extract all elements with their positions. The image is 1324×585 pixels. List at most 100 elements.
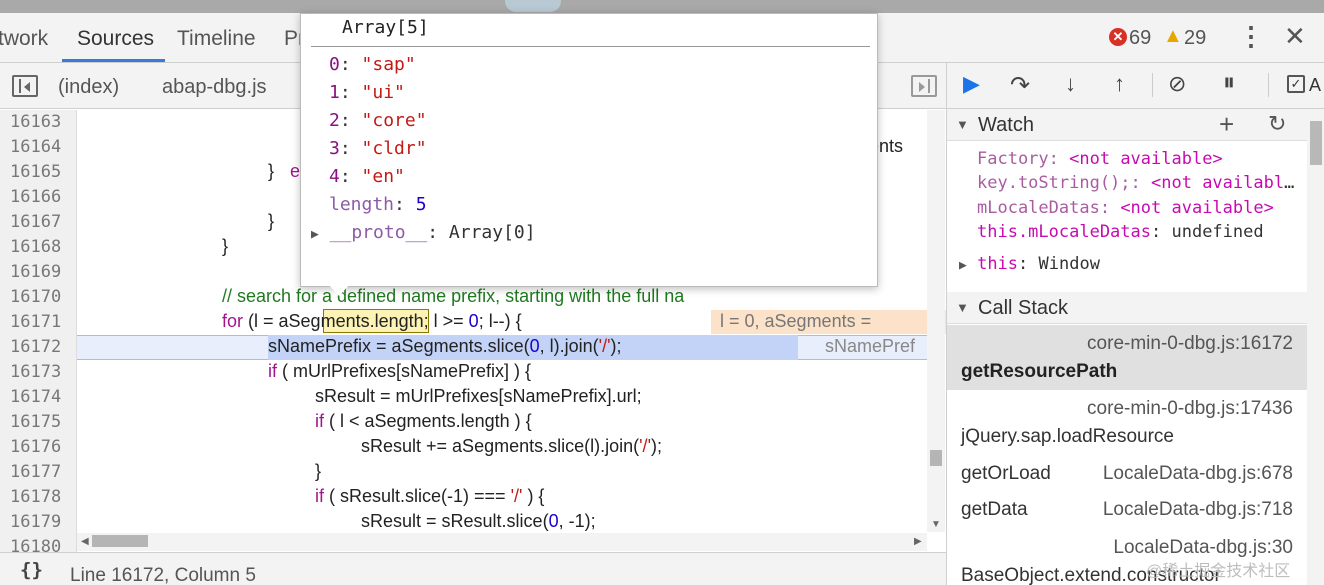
refresh-icon[interactable]: ↻ bbox=[1268, 111, 1286, 137]
line-number[interactable]: 16165 bbox=[10, 162, 61, 182]
code-text: sResult += aSegments.slice(l).join( bbox=[361, 436, 640, 456]
watch-item[interactable]: this.mLocaleDatas: undefined bbox=[977, 222, 1297, 242]
scroll-right-arrow-icon[interactable]: ▶ bbox=[914, 536, 922, 547]
step-over-icon[interactable]: ↷ bbox=[1010, 71, 1030, 100]
tab-network[interactable]: twork bbox=[0, 27, 48, 51]
inline-variable-values: l = 0, aSegments = bbox=[720, 311, 877, 331]
watch-value: <not available> bbox=[1151, 173, 1297, 193]
warning-count[interactable]: 29 bbox=[1184, 27, 1206, 50]
close-icon[interactable]: ✕ bbox=[1284, 21, 1306, 52]
add-watch-icon[interactable]: + bbox=[1219, 109, 1234, 140]
expand-triangle-icon[interactable]: ▶ bbox=[959, 258, 967, 273]
line-number[interactable]: 16171 bbox=[10, 312, 61, 332]
expand-triangle-icon[interactable]: ▶ bbox=[311, 227, 319, 242]
watch-value: Window bbox=[1038, 254, 1100, 274]
array-value: "core" bbox=[361, 110, 427, 131]
line-number[interactable]: 16180 bbox=[10, 537, 61, 552]
watch-expression: mLocaleDatas bbox=[977, 198, 1100, 218]
hovered-token[interactable]: aSegments bbox=[279, 311, 370, 331]
call-frame-selected[interactable]: core-min-0-dbg.js:16172 getResourcePath bbox=[947, 325, 1307, 390]
pause-on-exceptions-icon[interactable]: ⏸ bbox=[1223, 69, 1235, 97]
editor-vertical-scrollbar[interactable] bbox=[927, 110, 945, 532]
editor-vertical-scroll-thumb[interactable] bbox=[930, 450, 942, 466]
line-number[interactable]: 16172 bbox=[10, 337, 61, 357]
code-line-16177: } bbox=[315, 461, 322, 481]
code-line-16171: for (l = aSegments.length; l >= 0; l--) … bbox=[222, 311, 522, 332]
length-value: 5 bbox=[415, 194, 427, 215]
array-index: 2 bbox=[329, 110, 340, 131]
line-number[interactable]: 16167 bbox=[10, 212, 61, 232]
line-number[interactable]: 16164 bbox=[10, 137, 61, 157]
file-tab-abap-dbg[interactable]: abap-dbg.js bbox=[162, 76, 267, 99]
more-menu-icon[interactable]: ⋮ bbox=[1238, 21, 1264, 51]
sidebar-scrollbar[interactable] bbox=[1307, 109, 1324, 585]
line-number[interactable]: 16177 bbox=[10, 462, 61, 482]
call-frame[interactable]: core-min-0-dbg.js:17436 jQuery.sap.loadR… bbox=[947, 390, 1307, 455]
code-brace: } bbox=[268, 211, 275, 231]
proto-entry[interactable]: ▶ __proto__: Array[0] bbox=[311, 222, 536, 243]
code-line-16174: sResult = mUrlPrefixes[sNamePrefix].url; bbox=[315, 386, 642, 406]
navigator-toggle-icon[interactable] bbox=[12, 75, 38, 97]
warning-icon[interactable]: ▲ bbox=[1163, 25, 1183, 48]
tab-timeline[interactable]: Timeline bbox=[177, 27, 256, 51]
array-index: 0 bbox=[329, 54, 340, 75]
deactivate-breakpoints-icon[interactable]: ⊘ bbox=[1168, 71, 1186, 97]
file-tab-index[interactable]: (index) bbox=[58, 76, 119, 99]
step-out-icon[interactable]: ↑ bbox=[1114, 71, 1125, 97]
scroll-down-arrow-icon[interactable]: ▼ bbox=[931, 519, 941, 530]
async-checkbox[interactable]: ✓ bbox=[1287, 75, 1305, 93]
scroll-left-arrow-icon[interactable]: ◀ bbox=[81, 536, 89, 547]
frame-location: core-min-0-dbg.js:17436 bbox=[1087, 398, 1293, 419]
line-number[interactable]: 16166 bbox=[10, 187, 61, 207]
watch-item-this[interactable]: ▶ this: Window bbox=[959, 254, 1279, 274]
call-frame[interactable]: getData LocaleData-dbg.js:718 bbox=[947, 492, 1307, 528]
call-stack-section-header[interactable]: ▼ Call Stack bbox=[947, 292, 1307, 324]
debugger-toggle-icon[interactable] bbox=[911, 75, 937, 97]
line-number[interactable]: 16174 bbox=[10, 387, 61, 407]
line-number[interactable]: 16175 bbox=[10, 412, 61, 432]
popover-title: Array[5] bbox=[342, 17, 429, 38]
watch-item[interactable]: Factory: <not available> bbox=[977, 149, 1297, 169]
popover-divider bbox=[311, 46, 870, 47]
line-number[interactable]: 16169 bbox=[10, 262, 61, 282]
array-value: "cldr" bbox=[361, 138, 427, 159]
watch-section-header[interactable]: ▼ Watch + ↻ bbox=[947, 109, 1307, 141]
line-number[interactable]: 16179 bbox=[10, 512, 61, 532]
array-index: 1 bbox=[329, 82, 340, 103]
code-fragment: e bbox=[290, 161, 301, 181]
proto-key: __proto__ bbox=[329, 222, 428, 243]
toolbar-divider bbox=[1268, 73, 1269, 97]
watch-title: Watch bbox=[978, 114, 1034, 136]
frame-function: getResourcePath bbox=[961, 361, 1118, 382]
proto-value: Array[0] bbox=[448, 222, 536, 243]
frame-function: getData bbox=[961, 499, 1028, 520]
error-icon[interactable]: ✕ bbox=[1109, 28, 1127, 46]
error-count[interactable]: 69 bbox=[1129, 27, 1151, 50]
editor-horizontal-scrollbar[interactable] bbox=[77, 533, 927, 551]
watch-item[interactable]: mLocaleDatas: <not available> bbox=[977, 198, 1297, 218]
line-number[interactable]: 16170 bbox=[10, 287, 61, 307]
step-into-icon[interactable]: ↓ bbox=[1065, 71, 1076, 97]
collapse-triangle-icon[interactable]: ▼ bbox=[956, 117, 969, 132]
debugger-sidebar: ▶︎ ↷ ↓ ↑ ⊘ ⏸ ✓ A ▼ Watch + ↻ Factory: <n… bbox=[946, 63, 1324, 585]
code-text: , -1); bbox=[558, 511, 596, 531]
line-number[interactable]: 16168 bbox=[10, 237, 61, 257]
collapse-triangle-icon[interactable]: ▼ bbox=[956, 300, 969, 315]
watch-item[interactable]: key.toString();: <not available> bbox=[977, 173, 1297, 193]
sidebar-scroll-thumb[interactable] bbox=[1310, 121, 1322, 165]
array-value: "sap" bbox=[361, 54, 416, 75]
line-number[interactable]: 16173 bbox=[10, 362, 61, 382]
tab-sources[interactable]: Sources bbox=[77, 27, 154, 51]
pretty-print-icon[interactable]: {} bbox=[20, 559, 43, 581]
length-key: length bbox=[329, 194, 395, 215]
editor-status-bar: {} Line 16172, Column 5 bbox=[0, 552, 946, 585]
editor-horizontal-scroll-thumb[interactable] bbox=[92, 535, 148, 547]
code-text: ) { bbox=[522, 486, 545, 506]
line-number[interactable]: 16178 bbox=[10, 487, 61, 507]
line-number[interactable]: 16163 bbox=[10, 112, 61, 132]
call-frame[interactable]: getOrLoad LocaleData-dbg.js:678 bbox=[947, 456, 1307, 492]
line-number[interactable]: 16176 bbox=[10, 437, 61, 457]
resume-icon[interactable]: ▶︎ bbox=[963, 71, 980, 97]
code-text: ( sResult.slice(-1) === bbox=[324, 486, 511, 506]
watermark: @稀土掘金技术社区 bbox=[1146, 563, 1291, 580]
